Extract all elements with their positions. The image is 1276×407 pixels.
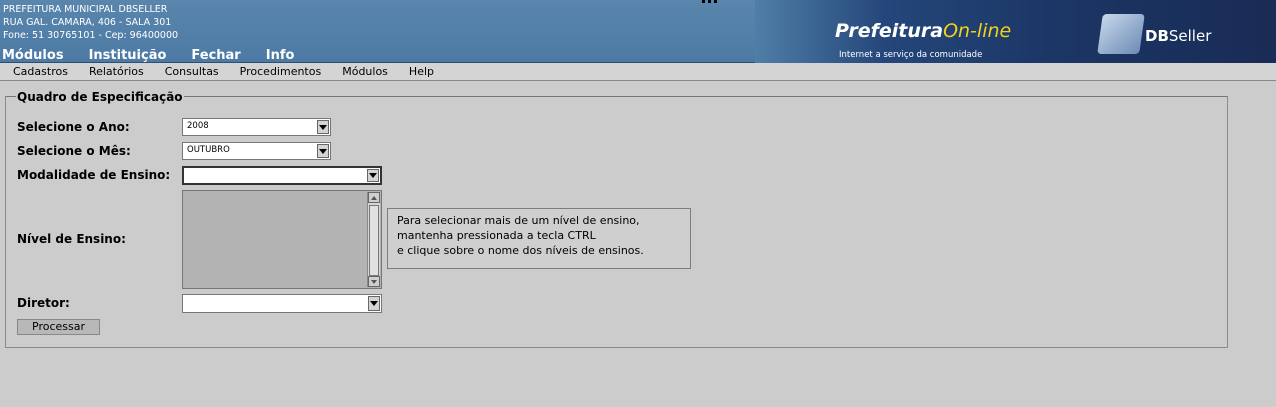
mes-label: Selecione o Mês:: [17, 144, 131, 158]
listbox-scrollbar[interactable]: [367, 192, 380, 287]
top-menu-instituicao[interactable]: Instituição: [89, 49, 167, 63]
ano-label: Selecione o Ano:: [17, 120, 130, 134]
window-dot-icon: [702, 0, 705, 3]
institution-name: PREFEITURA MUNICIPAL DBSELLER: [3, 4, 168, 15]
prefeitura-online-logo: PrefeituraOn-line: [835, 20, 1012, 42]
dbseller-logo-text: DBSeller: [1145, 27, 1212, 45]
diretor-label: Diretor:: [17, 296, 70, 310]
scroll-thumb[interactable]: [369, 205, 379, 276]
nivel-label: Nível de Ensino:: [17, 232, 126, 246]
mes-select[interactable]: OUTUBRO: [182, 142, 331, 160]
menu-cadastros[interactable]: Cadastros: [13, 65, 68, 78]
institution-info: PREFEITURA MUNICIPAL DBSELLER RUA GAL. C…: [3, 3, 178, 42]
menu-relatorios[interactable]: Relatórios: [89, 65, 144, 78]
top-menu-modulos[interactable]: Módulos: [2, 49, 64, 63]
app-header: PREFEITURA MUNICIPAL DBSELLER RUA GAL. C…: [0, 0, 1276, 63]
modalidade-select[interactable]: [182, 166, 382, 185]
top-menu: Módulos Instituição Fechar Info: [2, 49, 294, 63]
window-dot-icon: [708, 0, 711, 3]
window-dot-icon: [714, 0, 717, 3]
menu-modulos[interactable]: Módulos: [342, 65, 388, 78]
hint-line: Para selecionar mais de um nível de ensi…: [397, 214, 640, 227]
dropdown-arrow-icon[interactable]: [367, 169, 379, 182]
dropdown-arrow-icon[interactable]: [368, 296, 380, 311]
ano-select[interactable]: 2008: [182, 118, 331, 136]
selection-hint: Para selecionar mais de um nível de ensi…: [387, 208, 691, 269]
scroll-up-icon[interactable]: [368, 192, 380, 203]
mes-value: OUTUBRO: [187, 145, 230, 155]
panel-legend: Quadro de Especificação: [16, 90, 184, 104]
institution-phone: Fone: 51 30765101 - Cep: 96400000: [3, 30, 179, 41]
hint-line: e clique sobre o nome dos níveis de ensi…: [397, 244, 644, 257]
dropdown-arrow-icon[interactable]: [317, 144, 329, 158]
menu-procedimentos[interactable]: Procedimentos: [240, 65, 322, 78]
brand-tagline: Internet a serviço da comunidade: [839, 50, 983, 60]
scroll-down-icon[interactable]: [368, 276, 380, 287]
hint-line: mantenha pressionada a tecla CTRL: [397, 229, 596, 242]
nivel-listbox[interactable]: [182, 190, 382, 289]
top-menu-fechar[interactable]: Fechar: [191, 49, 240, 63]
ano-value: 2008: [187, 121, 209, 131]
top-menu-info[interactable]: Info: [266, 49, 295, 63]
institution-address: RUA GAL. CAMARA, 406 - SALA 301: [3, 17, 172, 28]
diretor-select[interactable]: [182, 294, 382, 313]
menu-bar: Cadastros Relatórios Consultas Procedime…: [0, 63, 1276, 81]
menu-help[interactable]: Help: [409, 65, 434, 78]
modalidade-label: Modalidade de Ensino:: [17, 168, 171, 182]
dbseller-logo-icon: [1097, 14, 1145, 54]
dropdown-arrow-icon[interactable]: [317, 120, 329, 134]
brand-banner: PrefeituraOn-line Internet a serviço da …: [755, 0, 1276, 63]
menu-consultas[interactable]: Consultas: [165, 65, 219, 78]
processar-button[interactable]: Processar: [17, 319, 100, 335]
